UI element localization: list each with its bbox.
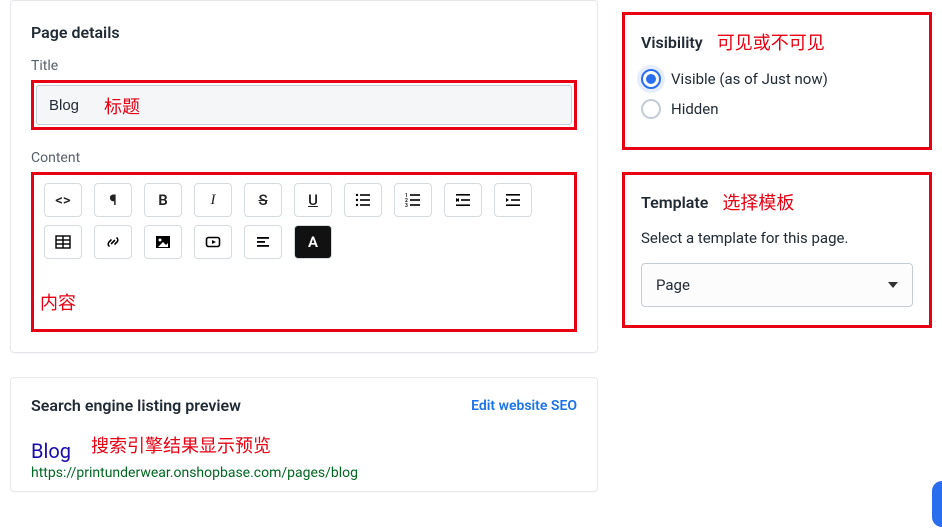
seo-preview-title: Blog	[31, 439, 577, 463]
toolbar-table-button[interactable]	[44, 225, 82, 259]
content-label: Content	[31, 150, 577, 166]
title-label: Title	[31, 58, 577, 74]
toolbar-paragraph-button[interactable]: ¶	[94, 183, 132, 217]
seo-preview-url: https://printunderwear.onshopbase.com/pa…	[31, 465, 577, 481]
toolbar-underline-button[interactable]: U	[294, 183, 332, 217]
edit-seo-link[interactable]: Edit website SEO	[471, 398, 577, 414]
table-icon	[55, 234, 71, 250]
visibility-hidden-option[interactable]: Hidden	[641, 99, 913, 119]
radio-checked-icon	[641, 69, 661, 89]
link-icon	[105, 234, 121, 250]
template-selected-value: Page	[656, 276, 690, 294]
page-details-heading: Page details	[31, 23, 577, 42]
title-input[interactable]	[36, 85, 572, 125]
page-details-card: Page details Title 标题 Content <> ¶ B I S…	[10, 0, 598, 353]
title-input-highlight: 标题	[31, 80, 577, 130]
template-help-text: Select a template for this page.	[641, 229, 913, 247]
toolbar-italic-button[interactable]: I	[194, 183, 232, 217]
visibility-visible-option[interactable]: Visible (as of Just now)	[641, 69, 913, 89]
visibility-hidden-label: Hidden	[671, 100, 719, 118]
ordered-list-icon: 123	[405, 192, 421, 208]
visibility-card: Visibility 可见或不可见 Visible (as of Just no…	[622, 12, 932, 150]
toolbar-image-button[interactable]	[144, 225, 182, 259]
chevron-down-icon	[888, 282, 898, 288]
toolbar-ordered-list-button[interactable]: 123	[394, 183, 432, 217]
seo-heading: Search engine listing preview	[31, 396, 241, 415]
image-icon	[155, 234, 171, 250]
seo-card: Search engine listing preview Edit websi…	[10, 377, 598, 492]
template-heading: Template	[641, 193, 708, 212]
outdent-icon	[455, 192, 471, 208]
annotation-template: 选择模板	[722, 189, 794, 215]
radio-unchecked-icon	[641, 99, 661, 119]
chat-widget-button[interactable]	[932, 481, 942, 527]
annotation-content: 内容	[40, 289, 76, 315]
toolbar-link-button[interactable]	[94, 225, 132, 259]
bullet-list-icon	[355, 192, 371, 208]
editor-toolbar: <> ¶ B I S U 123	[44, 183, 564, 259]
toolbar-code-button[interactable]: <>	[44, 183, 82, 217]
toolbar-align-button[interactable]	[244, 225, 282, 259]
indent-icon	[505, 192, 521, 208]
svg-text:3: 3	[405, 203, 408, 208]
visibility-heading: Visibility	[641, 33, 703, 52]
toolbar-outdent-button[interactable]	[444, 183, 482, 217]
toolbar-video-button[interactable]	[194, 225, 232, 259]
template-select[interactable]: Page	[641, 263, 913, 307]
visibility-visible-label: Visible (as of Just now)	[671, 70, 828, 88]
content-editor-highlight: <> ¶ B I S U 123	[31, 172, 577, 332]
align-icon	[255, 234, 271, 250]
toolbar-bullet-list-button[interactable]	[344, 183, 382, 217]
video-icon	[205, 234, 221, 250]
toolbar-strike-button[interactable]: S	[244, 183, 282, 217]
toolbar-bold-button[interactable]: B	[144, 183, 182, 217]
toolbar-indent-button[interactable]	[494, 183, 532, 217]
toolbar-color-button[interactable]: A	[294, 225, 332, 259]
template-card: Template 选择模板 Select a template for this…	[622, 172, 932, 328]
annotation-visibility: 可见或不可见	[717, 29, 825, 55]
